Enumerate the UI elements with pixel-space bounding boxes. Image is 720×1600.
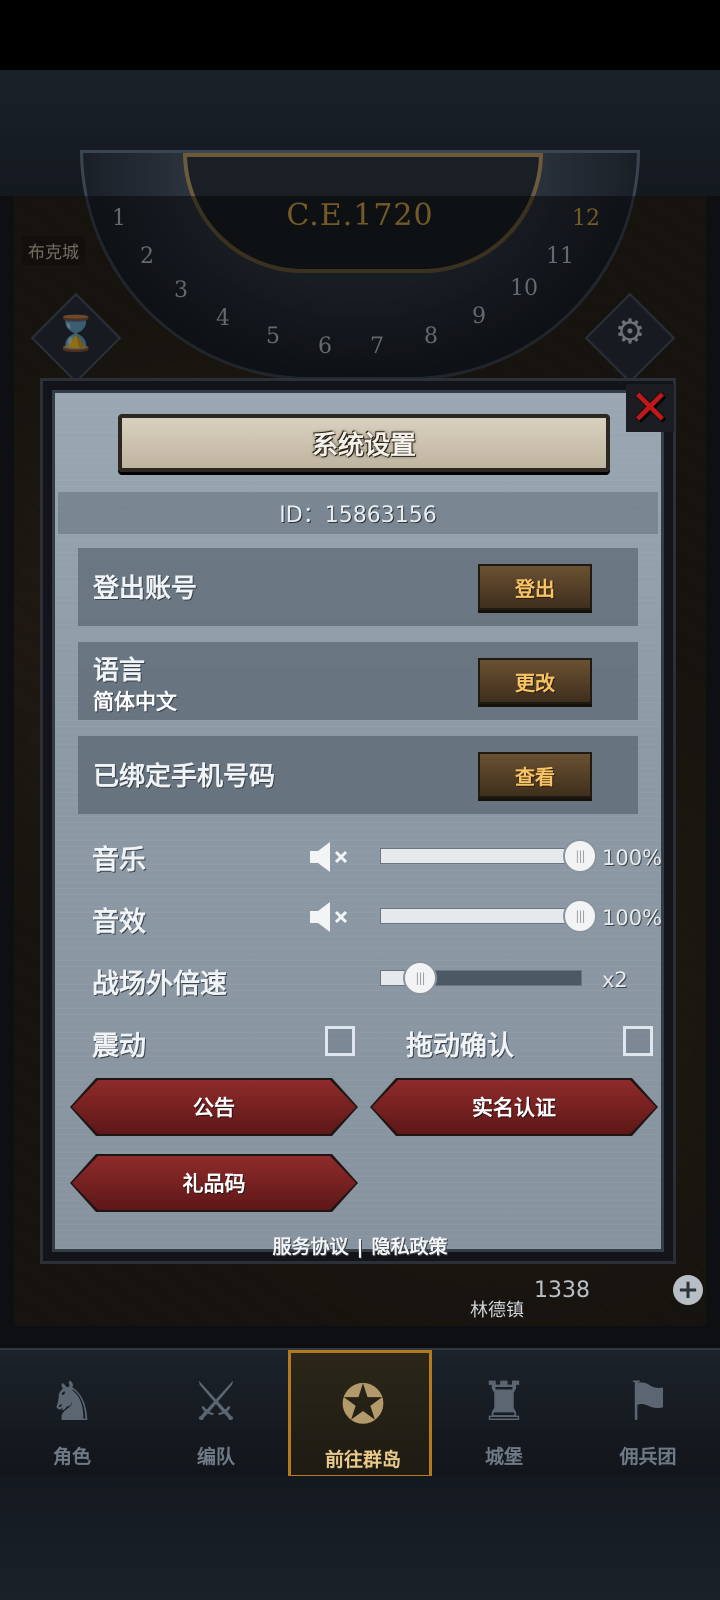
vibrate-checkbox[interactable] [325, 1026, 355, 1056]
speed-label: 战场外倍速 [92, 969, 227, 1000]
phone-label: 已绑定手机号码 [93, 762, 276, 792]
nav-item-mercenary[interactable]: ⚑ 佣兵团 [576, 1350, 720, 1478]
sfx-slider-knob[interactable]: ||| [563, 899, 597, 933]
link-separator: | [356, 1236, 364, 1258]
nav-item-islands[interactable]: ✪ 前往群岛 [288, 1350, 432, 1478]
nav-item-character[interactable]: ♞ 角色 [0, 1350, 144, 1478]
nav-label: 角色 [52, 1446, 91, 1468]
logout-button[interactable]: 登出 [478, 564, 592, 610]
status-bar-area [0, 0, 720, 70]
compass-map-icon: ✪ [340, 1373, 386, 1436]
nav-item-castle[interactable]: ♜ 城堡 [432, 1350, 576, 1478]
realname-verify-button[interactable]: 实名认证 [372, 1080, 656, 1134]
bottom-dark-band [0, 1476, 720, 1600]
gift-code-button[interactable]: 礼品码 [72, 1156, 356, 1210]
nav-label: 城堡 [484, 1446, 523, 1468]
close-button[interactable]: ✕ [626, 380, 674, 436]
privacy-link[interactable]: 隐私政策 [371, 1236, 447, 1258]
add-coins-button[interactable]: + [673, 1275, 703, 1305]
legal-links: 服务协议 | 隐私政策 [0, 1232, 720, 1259]
phone-row: 已绑定手机号码 查看 [78, 736, 638, 814]
language-value: 简体中文 [93, 690, 177, 714]
speed-value: x2 [602, 968, 628, 992]
knight-icon: ♞ [47, 1370, 97, 1433]
speed-slider[interactable]: ||| [380, 961, 582, 995]
mercenary-icon: ⚑ [623, 1370, 673, 1433]
music-value: 100% [602, 846, 663, 870]
drag-confirm-checkbox[interactable] [623, 1026, 653, 1056]
sfx-slider[interactable]: ||| [380, 899, 597, 933]
nav-label: 前往群岛 [324, 1449, 401, 1471]
vibrate-label: 震动 [92, 1031, 146, 1062]
sfx-label: 音效 [92, 907, 146, 938]
sfx-value: 100% [602, 906, 663, 930]
language-row: 语言 简体中文 更改 [78, 642, 638, 720]
page-title: 系统设置 [311, 430, 416, 461]
drag-confirm-label: 拖动确认 [406, 1031, 514, 1062]
music-label: 音乐 [92, 845, 146, 876]
nav-label: 佣兵团 [619, 1446, 677, 1468]
logout-label: 登出账号 [93, 574, 198, 604]
mute-music-icon[interactable] [308, 840, 352, 874]
nav-label: 编队 [196, 1446, 235, 1468]
speed-slider-knob[interactable]: ||| [403, 961, 437, 995]
language-label: 语言 [93, 656, 146, 686]
close-icon: ✕ [629, 380, 671, 436]
music-slider-knob[interactable]: ||| [563, 839, 597, 873]
mute-sfx-icon[interactable] [308, 900, 352, 934]
nav-item-team[interactable]: ⚔ 编队 [144, 1350, 288, 1478]
terms-link[interactable]: 服务协议 [273, 1236, 349, 1258]
settings-title-plate: 系统设置 [118, 414, 610, 472]
change-language-button[interactable]: 更改 [478, 658, 592, 704]
notice-button[interactable]: 公告 [72, 1080, 356, 1134]
town-label[interactable]: 林德镇 [470, 1296, 524, 1322]
castle-icon: ♜ [479, 1370, 529, 1433]
music-slider[interactable]: ||| [380, 839, 597, 873]
team-icon: ⚔ [191, 1370, 241, 1433]
view-phone-button[interactable]: 查看 [478, 752, 592, 798]
logout-row: 登出账号 登出 [78, 548, 638, 626]
user-id: ID：15863156 [58, 492, 658, 534]
bottom-nav: ♞ 角色 ⚔ 编队 ✪ 前往群岛 ♜ 城堡 ⚑ 佣兵团 [0, 1348, 720, 1478]
coin-counter: 1338 [534, 1278, 590, 1303]
